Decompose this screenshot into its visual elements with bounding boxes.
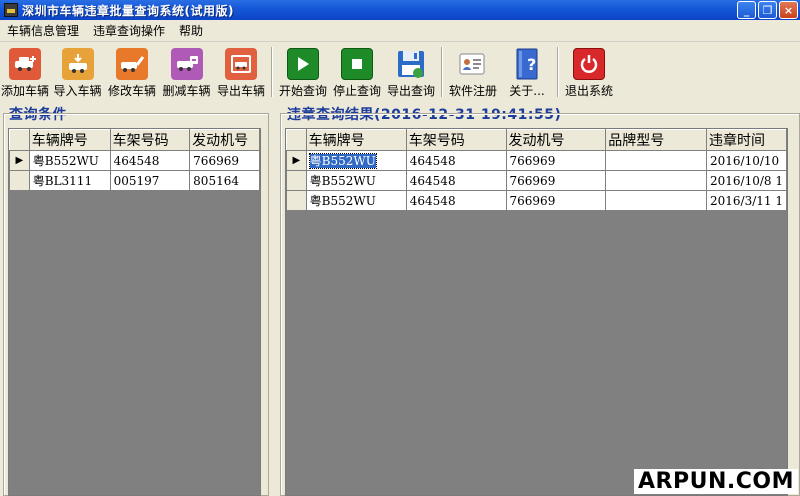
play-icon	[287, 48, 319, 80]
delete-car-button[interactable]: 删减车辆	[159, 43, 214, 100]
column-header-vin[interactable]: 车架号码	[405, 129, 507, 151]
results-grid[interactable]: 车辆牌号 车架号码 发动机号 品牌型号 违章时间 ▶ 粤B552WU 46454…	[285, 128, 788, 496]
table-row[interactable]: 粤B552WU 464548 766969 2016/3/11 1	[286, 190, 787, 211]
cell-vin[interactable]: 005197	[109, 170, 191, 191]
menu-vehicle-management[interactable]: 车辆信息管理	[0, 22, 86, 39]
cell-vin[interactable]: 464548	[405, 170, 507, 191]
edit-car-label: 修改车辆	[107, 84, 156, 98]
row-selector-current[interactable]: ▶	[9, 150, 30, 171]
toolbar-separator	[557, 47, 559, 97]
delete-car-label: 删减车辆	[162, 84, 211, 98]
close-button[interactable]: ×	[779, 1, 798, 19]
toolbar-separator	[271, 47, 273, 97]
cell-plate[interactable]: 粤B552WU	[305, 170, 407, 191]
vehicle-table: 车辆牌号 车架号码 发动机号 ▶ 粤B552WU 464548 766969 粤…	[9, 129, 260, 191]
start-query-label: 开始查询	[278, 84, 327, 98]
about-button[interactable]: ? 关于...	[500, 43, 554, 100]
export-query-button[interactable]: 导出查询	[384, 43, 438, 100]
vehicle-grid[interactable]: 车辆牌号 车架号码 发动机号 ▶ 粤B552WU 464548 766969 粤…	[8, 128, 261, 496]
column-header-engine[interactable]: 发动机号	[189, 129, 260, 151]
about-label: 关于...	[509, 84, 545, 98]
stop-query-button[interactable]: 停止查询	[330, 43, 384, 100]
menu-help[interactable]: 帮助	[172, 22, 210, 39]
row-selector[interactable]	[286, 170, 307, 191]
column-header-model[interactable]: 品牌型号	[605, 129, 707, 151]
column-header-vin[interactable]: 车架号码	[109, 129, 191, 151]
window-title: 深圳市车辆违章批量查询系统(试用版)	[22, 3, 234, 18]
table-row[interactable]: 粤B552WU 464548 766969 2016/10/8 1	[286, 170, 787, 191]
cell-violation-time[interactable]: 2016/3/11 1	[705, 190, 787, 211]
cell-model[interactable]	[605, 150, 707, 171]
stop-query-label: 停止查询	[332, 84, 381, 98]
register-icon	[457, 48, 489, 80]
register-button[interactable]: 软件注册	[446, 43, 500, 100]
column-header-violation-time[interactable]: 违章时间	[705, 129, 787, 151]
toolbar-separator	[441, 47, 443, 97]
row-header-corner	[9, 129, 30, 151]
delete-car-icon	[170, 48, 203, 80]
title-bar: 深圳市车辆违章批量查询系统(试用版) _ ❐ ×	[0, 0, 800, 20]
cell-plate[interactable]: 粤B552WU	[305, 190, 407, 211]
cell-vin[interactable]: 464548	[109, 150, 191, 171]
cell-model[interactable]	[605, 170, 707, 191]
about-icon: ?	[511, 48, 543, 80]
add-car-icon	[9, 48, 41, 80]
row-selector-current[interactable]: ▶	[286, 150, 307, 171]
add-car-button[interactable]: 添加车辆	[0, 43, 50, 100]
cell-plate[interactable]: 粤B552WU	[28, 150, 111, 171]
import-car-label: 导入车辆	[53, 84, 102, 98]
exit-button[interactable]: 退出系统	[562, 43, 616, 100]
row-header-corner	[286, 129, 307, 151]
exit-label: 退出系统	[564, 84, 613, 98]
start-query-button[interactable]: 开始查询	[276, 43, 330, 100]
cell-plate[interactable]: 粤BL3111	[28, 170, 111, 191]
cell-violation-time[interactable]: 2016/10/8 1	[705, 170, 787, 191]
column-header-plate[interactable]: 车辆牌号	[305, 129, 407, 151]
column-header-engine[interactable]: 发动机号	[505, 129, 607, 151]
svg-text:?: ?	[527, 55, 536, 74]
window-controls: _ ❐ ×	[737, 1, 798, 19]
export-query-label: 导出查询	[386, 84, 435, 98]
cell-engine[interactable]: 805164	[189, 170, 260, 191]
menu-query-operations[interactable]: 违章查询操作	[86, 22, 172, 39]
power-icon	[573, 48, 605, 80]
edit-car-button[interactable]: 修改车辆	[105, 43, 159, 100]
selected-plate-text: 粤B552WU	[308, 153, 377, 169]
import-car-button[interactable]: 导入车辆	[50, 43, 105, 100]
cell-violation-time[interactable]: 2016/10/10	[705, 150, 787, 171]
cell-engine[interactable]: 766969	[189, 150, 260, 171]
export-car-button[interactable]: 导出车辆	[214, 43, 268, 100]
cell-engine[interactable]: 766969	[505, 150, 607, 171]
table-header-row: 车辆牌号 车架号码 发动机号 品牌型号 违章时间	[286, 129, 787, 151]
row-selector[interactable]	[9, 170, 30, 191]
table-header-row: 车辆牌号 车架号码 发动机号	[9, 129, 260, 151]
menu-bar: 车辆信息管理 违章查询操作 帮助	[0, 20, 800, 42]
table-row[interactable]: 粤BL3111 005197 805164	[9, 170, 260, 191]
toolbar: 添加车辆 导入车辆 修改车辆 删减车辆 导出车辆 开始查询 停止查询 导出查询 …	[0, 43, 800, 100]
cell-vin[interactable]: 464548	[405, 190, 507, 211]
cell-model[interactable]	[605, 190, 707, 211]
maximize-button[interactable]: ❐	[758, 1, 777, 19]
cell-engine[interactable]: 766969	[505, 170, 607, 191]
cell-engine[interactable]: 766969	[505, 190, 607, 211]
minimize-button[interactable]: _	[737, 1, 756, 19]
stop-icon	[341, 48, 373, 80]
table-row[interactable]: ▶ 粤B552WU 464548 766969	[9, 150, 260, 171]
row-selector[interactable]	[286, 190, 307, 211]
save-icon	[395, 48, 427, 80]
column-header-plate[interactable]: 车辆牌号	[28, 129, 111, 151]
export-car-label: 导出车辆	[216, 84, 265, 98]
watermark: ARPUN.COM	[634, 469, 798, 494]
add-car-label: 添加车辆	[0, 84, 49, 98]
register-label: 软件注册	[448, 84, 497, 98]
import-car-icon	[61, 48, 94, 80]
results-table: 车辆牌号 车架号码 发动机号 品牌型号 违章时间 ▶ 粤B552WU 46454…	[286, 129, 787, 211]
edit-car-icon	[116, 48, 148, 80]
table-row[interactable]: ▶ 粤B552WU 464548 766969 2016/10/10	[286, 150, 787, 171]
cell-vin[interactable]: 464548	[405, 150, 507, 171]
export-car-icon	[225, 48, 257, 80]
cell-plate-selected[interactable]: 粤B552WU	[305, 150, 407, 171]
app-icon	[4, 3, 18, 17]
